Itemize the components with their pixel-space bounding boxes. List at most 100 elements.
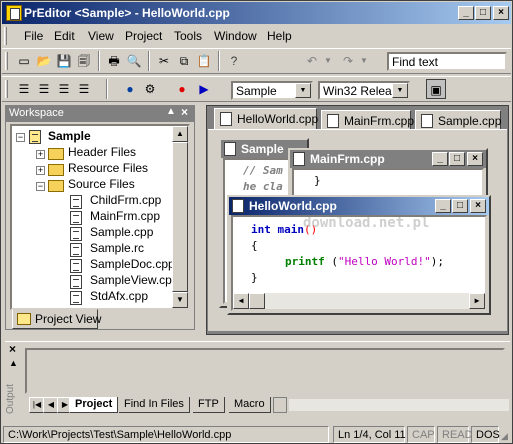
pin-icon[interactable]: ▲ bbox=[9, 358, 18, 368]
window-title: PrEditor <Sample> - HelloWorld.cpp bbox=[24, 6, 230, 20]
copy-icon[interactable]: ⧉ bbox=[174, 51, 194, 71]
tree-item-file[interactable]: SampleView.cpp bbox=[90, 273, 179, 287]
close-button[interactable]: × bbox=[493, 6, 509, 20]
save-all-icon[interactable]: 🗐 bbox=[74, 51, 94, 71]
file-icon bbox=[70, 211, 82, 225]
horizontal-scrollbar[interactable]: ◀ ▶ bbox=[233, 293, 485, 309]
tab-helloworld[interactable]: HelloWorld.cpp bbox=[214, 108, 318, 130]
paste-icon[interactable]: 📋 bbox=[194, 51, 214, 71]
tree-item-file[interactable]: SampleDoc.cpp bbox=[90, 257, 175, 271]
toolbar-grip[interactable] bbox=[5, 52, 8, 70]
tab-output-ftp[interactable]: FTP bbox=[193, 397, 225, 413]
expand-icon[interactable]: + bbox=[36, 166, 45, 175]
minimize-button[interactable]: _ bbox=[458, 6, 474, 20]
scroll-thumb[interactable] bbox=[172, 142, 188, 292]
tree-item-file[interactable]: ChildFrm.cpp bbox=[90, 193, 161, 207]
justify-icon[interactable]: ☰ bbox=[74, 79, 94, 99]
app-icon bbox=[6, 5, 22, 21]
code-line: } bbox=[251, 271, 258, 284]
collapse-icon[interactable]: − bbox=[36, 182, 45, 191]
align-left-icon[interactable]: ☰ bbox=[14, 79, 34, 99]
tree-item-source-files[interactable]: Source Files bbox=[68, 177, 135, 191]
close-button[interactable]: × bbox=[470, 199, 486, 213]
menu-window[interactable]: Window bbox=[214, 29, 257, 43]
menu-grip[interactable] bbox=[4, 27, 7, 45]
project-combo[interactable]: Sample ▼ bbox=[231, 81, 313, 100]
tree-item-file[interactable]: Sample.cpp bbox=[90, 225, 153, 239]
stop-icon[interactable]: ● bbox=[172, 79, 192, 99]
align-center-icon[interactable]: ☰ bbox=[34, 79, 54, 99]
tab-project-view[interactable]: Project View bbox=[12, 309, 101, 329]
tree-item-sample[interactable]: Sample bbox=[48, 129, 91, 143]
compile-icon[interactable]: ⚙ bbox=[140, 79, 160, 99]
code-line: he cla bbox=[243, 180, 283, 193]
tree-item-file[interactable]: MainFrm.cpp bbox=[90, 209, 160, 223]
menu-tools[interactable]: Tools bbox=[174, 29, 202, 43]
new-icon[interactable]: ▭ bbox=[14, 51, 34, 71]
maximize-button[interactable]: □ bbox=[452, 199, 468, 213]
project-view-icon bbox=[17, 313, 31, 325]
tree-item-resource-files[interactable]: Resource Files bbox=[68, 161, 148, 175]
save-icon[interactable]: 💾 bbox=[54, 51, 74, 71]
print-preview-icon[interactable]: 🔍 bbox=[124, 51, 144, 71]
tree-item-file[interactable]: Sample.rc bbox=[90, 241, 144, 255]
collapse-icon[interactable]: − bbox=[16, 133, 25, 142]
redo-dropdown-icon[interactable]: ▼ bbox=[354, 51, 374, 71]
tab-scroll[interactable] bbox=[273, 397, 287, 413]
scroll-thumb[interactable] bbox=[249, 293, 265, 309]
app-window: PrEditor <Sample> - HelloWorld.cpp _ □ ×… bbox=[0, 0, 513, 444]
pin-icon[interactable]: ▲ bbox=[166, 106, 176, 117]
scroll-down-icon[interactable]: ▼ bbox=[172, 292, 188, 308]
file-icon bbox=[70, 227, 82, 241]
undo-dropdown-icon[interactable]: ▼ bbox=[318, 51, 338, 71]
config-combo[interactable]: Win32 Release ▼ bbox=[318, 81, 410, 100]
print-icon[interactable]: 🖶 bbox=[104, 51, 124, 71]
scroll-right-icon[interactable]: ▶ bbox=[469, 293, 485, 309]
toolbar-grip[interactable] bbox=[5, 80, 8, 98]
chevron-down-icon[interactable]: ▼ bbox=[392, 83, 408, 98]
tree-item-file[interactable]: StdAfx.cpp bbox=[90, 289, 148, 303]
tab-output-project[interactable]: Project bbox=[69, 397, 119, 413]
tab-output-macro[interactable]: Macro bbox=[229, 397, 271, 413]
close-icon[interactable]: × bbox=[181, 105, 188, 119]
globe-icon[interactable]: ● bbox=[120, 79, 140, 99]
chevron-down-icon[interactable]: ▼ bbox=[295, 83, 311, 98]
menu-project[interactable]: Project bbox=[125, 29, 162, 43]
maximize-button[interactable]: □ bbox=[449, 152, 465, 166]
file-icon bbox=[70, 291, 82, 305]
help-icon[interactable]: ? bbox=[224, 51, 244, 71]
tab-output-find[interactable]: Find In Files bbox=[119, 397, 190, 413]
tree-scrollbar[interactable]: ▲ ▼ bbox=[172, 126, 188, 308]
project-icon bbox=[29, 130, 41, 144]
scroll-left-icon[interactable]: ◀ bbox=[233, 293, 249, 309]
close-button[interactable]: × bbox=[467, 152, 483, 166]
output-content[interactable] bbox=[25, 348, 505, 394]
workspace-title: Workspace bbox=[9, 107, 64, 119]
menu-edit[interactable]: Edit bbox=[54, 29, 75, 43]
expand-icon[interactable]: + bbox=[36, 150, 45, 159]
child-window-helloworld[interactable]: HelloWorld.cpp _ □ × int main() { printf… bbox=[227, 195, 491, 315]
close-icon[interactable]: × bbox=[9, 342, 16, 356]
run-icon[interactable]: ▶ bbox=[194, 79, 214, 99]
output-hscroll[interactable] bbox=[289, 399, 509, 411]
resize-grip-icon[interactable]: ◢ bbox=[501, 431, 508, 442]
window-icon[interactable]: ▣ bbox=[426, 79, 446, 99]
code-line: { bbox=[251, 239, 258, 252]
minimize-button[interactable]: _ bbox=[432, 152, 448, 166]
format-toolbar: ☰ ☰ ☰ ☰ ● ⚙ ● ▶ Sample ▼ Win32 Release ▼… bbox=[2, 76, 511, 102]
maximize-button[interactable]: □ bbox=[475, 6, 491, 20]
menu-help[interactable]: Help bbox=[267, 29, 292, 43]
code-editor[interactable]: int main() { printf ("Hello World!"); } … bbox=[231, 215, 487, 311]
tree-item-header-files[interactable]: Header Files bbox=[68, 145, 136, 159]
align-right-icon[interactable]: ☰ bbox=[54, 79, 74, 99]
open-icon[interactable]: 📂 bbox=[34, 51, 54, 71]
child-title: MainFrm.cpp bbox=[310, 152, 385, 166]
scroll-up-icon[interactable]: ▲ bbox=[172, 126, 188, 142]
file-icon bbox=[70, 275, 82, 289]
menu-file[interactable]: File bbox=[24, 29, 43, 43]
minimize-button[interactable]: _ bbox=[435, 199, 451, 213]
menu-view[interactable]: View bbox=[88, 29, 114, 43]
separator bbox=[148, 51, 150, 71]
find-text-input[interactable]: Find text bbox=[387, 52, 507, 71]
cut-icon[interactable]: ✂ bbox=[154, 51, 174, 71]
